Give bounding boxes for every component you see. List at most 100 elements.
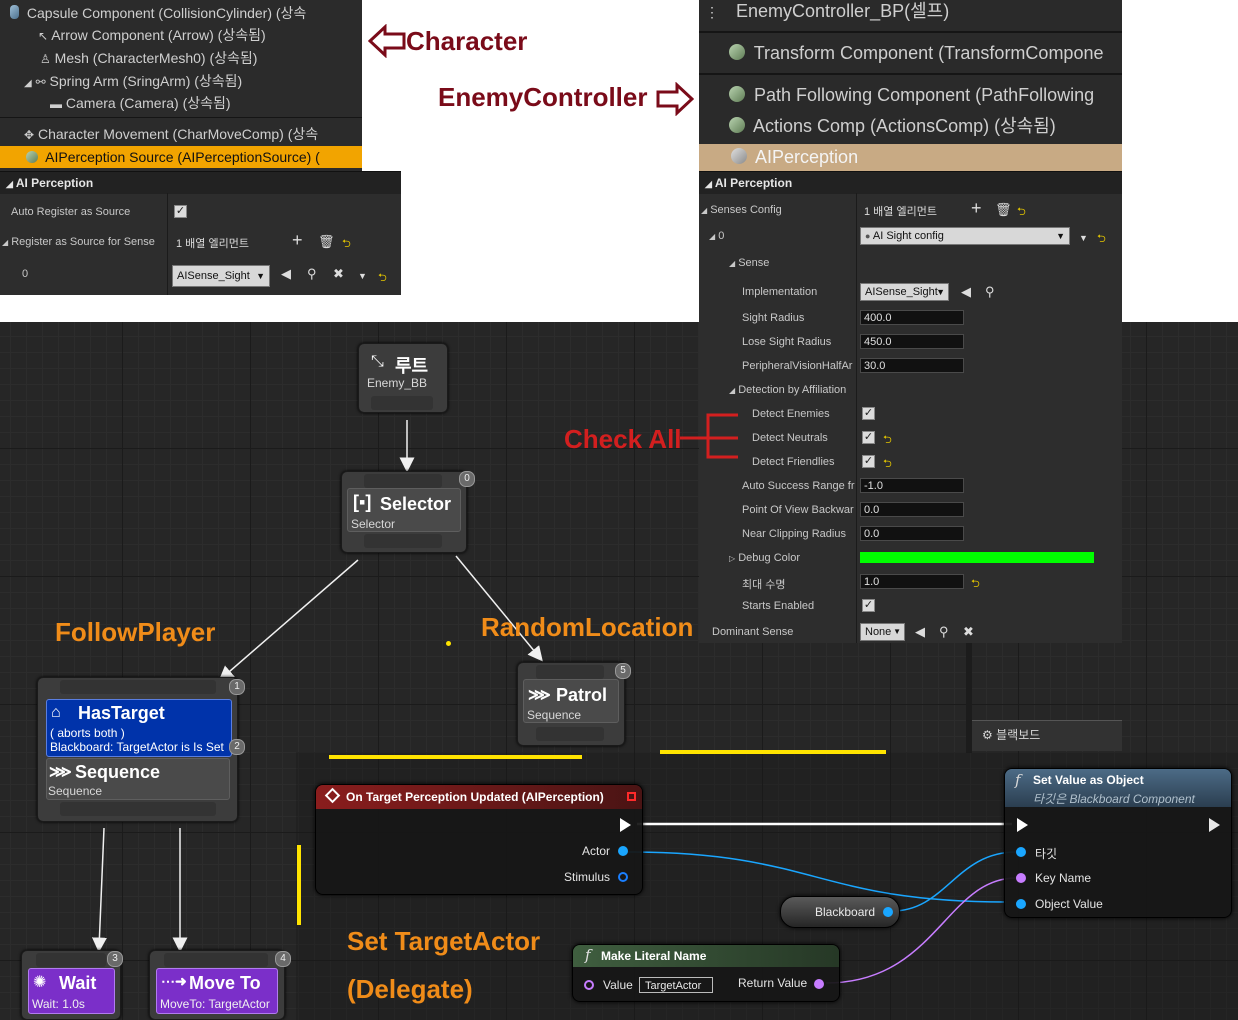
- bt-selector-node[interactable]: [▪] Selector Selector: [341, 471, 467, 553]
- controller-self-row[interactable]: ⋮ EnemyController_BP(셀프): [705, 0, 949, 22]
- aiperception-row[interactable]: AIPerception: [699, 144, 1122, 171]
- trash-icon[interactable]: 🗑: [318, 235, 335, 249]
- actor-pin[interactable]: [618, 846, 628, 856]
- clear-icon[interactable]: ✖: [963, 625, 974, 639]
- reset-to-default-icon[interactable]: ⮌: [378, 269, 387, 288]
- senses-array-text: 1 배열 엘리먼트: [864, 206, 937, 218]
- detect-neutrals-checkbox[interactable]: ✓: [862, 431, 875, 444]
- clear-icon[interactable]: ✖: [333, 267, 344, 281]
- selector-output-pin[interactable]: [364, 534, 442, 548]
- perception-event-node[interactable]: On Target Perception Updated (AIPercepti…: [315, 784, 643, 895]
- hastarget-decorator[interactable]: ⌂ HasTarget ( aborts both ) Blackboard: …: [46, 699, 232, 757]
- patrol-subtitle: Sequence: [527, 708, 582, 722]
- debug-color-swatch[interactable]: [860, 552, 1094, 563]
- component-row-arrow[interactable]: ↖ Arrow Component (Arrow) (상속됨): [38, 24, 266, 46]
- keyname-pin[interactable]: [1016, 873, 1026, 883]
- implementation-select[interactable]: AISense_Sight ▼: [860, 283, 949, 301]
- delegate-pin-icon[interactable]: [627, 792, 636, 801]
- patrol-output-pin[interactable]: [536, 727, 604, 741]
- blackboard-variable-node[interactable]: Blackboard: [780, 896, 900, 928]
- browse-search-icon[interactable]: ⚲: [307, 267, 317, 281]
- browse-search-icon[interactable]: ⚲: [939, 625, 949, 639]
- sequence-output-pin[interactable]: [60, 802, 216, 816]
- exec-out-pin[interactable]: [1209, 818, 1220, 832]
- pov-backward-field[interactable]: 0.0: [860, 502, 964, 517]
- dropdown-arrow-icon[interactable]: ▼: [1079, 231, 1088, 245]
- component-row-capsule[interactable]: Capsule Component (CollisionCylinder) (상…: [10, 2, 306, 24]
- transform-component-row[interactable]: Transform Component (TransformCompone: [729, 42, 1103, 64]
- auto-register-checkbox[interactable]: ✓: [174, 205, 187, 218]
- objectvalue-pin[interactable]: [1016, 899, 1026, 909]
- blackboard-variable-label: Blackboard: [815, 905, 876, 919]
- target-pin[interactable]: [1016, 847, 1026, 857]
- collapse-arrow-icon[interactable]: ◢: [709, 232, 715, 241]
- collapse-arrow-icon[interactable]: ◢: [2, 238, 8, 247]
- reset-to-default-icon[interactable]: ⮌: [1017, 203, 1026, 222]
- selector-input-pin[interactable]: [364, 474, 442, 488]
- moveto-input-pin[interactable]: [164, 953, 268, 967]
- component-row-charmove[interactable]: ✥ Character Movement (CharMoveComp) (상속: [24, 123, 318, 145]
- detect-friendlies-checkbox[interactable]: ✓: [862, 455, 875, 468]
- collapse-arrow-icon[interactable]: ◢: [729, 259, 735, 268]
- add-element-icon[interactable]: +: [971, 199, 982, 217]
- use-selected-arrow-icon[interactable]: ◀: [281, 267, 291, 281]
- exec-out-pin[interactable]: [620, 818, 631, 832]
- blackboard-output-pin[interactable]: [883, 907, 893, 917]
- near-clip-field[interactable]: 0.0: [860, 526, 964, 541]
- bt-sequence-node[interactable]: ⌂ HasTarget ( aborts both ) Blackboard: …: [37, 677, 238, 822]
- sense-config-select[interactable]: ● AI Sight config ▼: [860, 227, 1070, 245]
- reset-to-default-icon[interactable]: ⮌: [342, 235, 351, 254]
- exec-in-pin[interactable]: [1017, 818, 1028, 832]
- bt-wait-node[interactable]: ✺ Wait Wait: 1.0s: [21, 950, 121, 1020]
- use-selected-arrow-icon[interactable]: ◀: [961, 285, 971, 299]
- component-row-aiperception-source[interactable]: AIPerception Source (AIPerceptionSource)…: [0, 146, 362, 168]
- bt-moveto-node[interactable]: ⋯➜ Move To MoveTo: TargetActor: [149, 950, 285, 1020]
- dominant-sense-select[interactable]: None ▼: [860, 623, 905, 641]
- set-value-as-object-node[interactable]: f Set Value as Object 타깃은 Blackboard Com…: [1004, 768, 1232, 918]
- bt-root-node[interactable]: ⤡ 루트 Enemy_BB: [358, 343, 448, 413]
- peripheral-field[interactable]: 30.0: [860, 358, 964, 373]
- sequence-icon: ⋙: [49, 764, 72, 781]
- auto-success-field[interactable]: -1.0: [860, 478, 964, 493]
- value-input-pin[interactable]: [584, 980, 594, 990]
- blackboard-tab[interactable]: ⚙ 블랙보드: [972, 720, 1122, 751]
- root-output-pin[interactable]: [371, 396, 433, 410]
- lose-sight-field[interactable]: 450.0: [860, 334, 964, 349]
- value-text-field[interactable]: TargetActor: [639, 977, 713, 993]
- max-age-field[interactable]: 1.0: [860, 574, 964, 589]
- register-sense-label: ◢ Register as Source for Sense: [2, 236, 155, 248]
- section-header-ai-perception[interactable]: ◢ AI Perception: [699, 171, 1122, 194]
- reset-to-default-icon[interactable]: ⮌: [1097, 230, 1106, 249]
- section-header-ai-perception[interactable]: ◢ AI Perception: [0, 171, 401, 194]
- path-following-row[interactable]: Path Following Component (PathFollowing: [729, 84, 1094, 106]
- wait-input-pin[interactable]: [36, 953, 106, 967]
- return-value-pin[interactable]: [814, 979, 824, 989]
- senses-config-label: ◢ Senses Config: [701, 204, 782, 216]
- reset-to-default-icon[interactable]: ⮌: [971, 575, 980, 594]
- add-element-icon[interactable]: +: [292, 231, 303, 249]
- use-selected-arrow-icon[interactable]: ◀: [915, 625, 925, 639]
- make-literal-name-node[interactable]: Make Literal Name f Value TargetActor Re…: [572, 944, 840, 1002]
- browse-search-icon[interactable]: ⚲: [985, 285, 995, 299]
- expand-arrow-icon[interactable]: ▷: [729, 554, 735, 563]
- selector-index-badge: 0: [459, 471, 475, 487]
- sense-select[interactable]: AISense_Sight ▼: [172, 265, 270, 287]
- component-row-camera[interactable]: ▬ Camera (Camera) (상속됨): [50, 92, 231, 114]
- actions-comp-row[interactable]: Actions Comp (ActionsComp) (상속됨): [729, 115, 1056, 137]
- detect-enemies-checkbox[interactable]: ✓: [862, 407, 875, 420]
- sequence-input-pin[interactable]: [60, 680, 216, 694]
- reset-to-default-icon[interactable]: ⮌: [883, 455, 892, 474]
- sight-radius-field[interactable]: 400.0: [860, 310, 964, 325]
- bt-patrol-node[interactable]: ⋙ Patrol Sequence: [517, 662, 625, 746]
- reset-to-default-icon[interactable]: ⮌: [883, 431, 892, 450]
- collapse-arrow-icon[interactable]: ◢: [701, 206, 707, 215]
- trash-icon[interactable]: 🗑: [995, 203, 1012, 217]
- stimulus-pin[interactable]: [618, 872, 628, 882]
- starts-enabled-checkbox[interactable]: ✓: [862, 599, 875, 612]
- collapse-arrow-icon[interactable]: ◢: [729, 386, 735, 395]
- component-row-springarm[interactable]: ◢ ⚯ Spring Arm (SringArm) (상속됨): [24, 70, 242, 92]
- component-row-mesh[interactable]: ♙ Mesh (CharacterMesh0) (상속됨): [40, 47, 257, 69]
- patrol-input-pin[interactable]: [536, 665, 604, 679]
- dropdown-arrow-icon[interactable]: ▼: [358, 269, 367, 283]
- expand-arrow-icon[interactable]: ◢: [24, 78, 32, 89]
